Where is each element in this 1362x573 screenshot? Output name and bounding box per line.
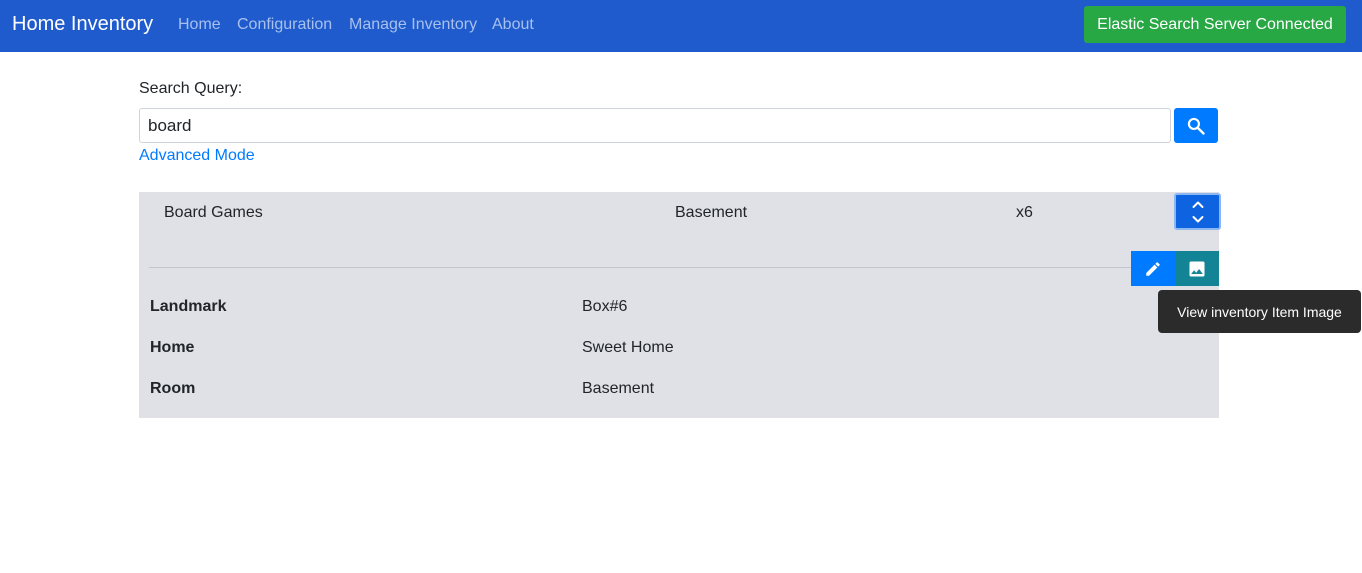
edit-item-button[interactable] (1131, 251, 1175, 286)
view-image-button[interactable] (1175, 251, 1219, 286)
nav-link-manage-inventory[interactable]: Manage Inventory (349, 15, 477, 34)
item-name: Board Games (164, 204, 263, 221)
image-tooltip: View inventory Item Image (1158, 290, 1361, 333)
detail-label-room: Room (150, 380, 196, 397)
search-icon (1187, 117, 1205, 135)
card-divider (149, 267, 1219, 268)
detail-value-landmark: Box#6 (582, 298, 628, 315)
nav-link-about[interactable]: About (492, 15, 534, 34)
result-card (139, 192, 1219, 418)
nav-link-configuration[interactable]: Configuration (237, 15, 332, 34)
detail-label-home: Home (150, 339, 195, 356)
navbar: Home Inventory Home Configuration Manage… (0, 0, 1362, 52)
expand-toggle-button[interactable] (1174, 193, 1221, 230)
expand-collapse-icon (1192, 201, 1203, 222)
search-input[interactable] (139, 108, 1171, 143)
nav-link-home[interactable]: Home (178, 15, 221, 34)
item-location: Basement (675, 204, 748, 221)
server-status-button[interactable]: Elastic Search Server Connected (1084, 6, 1346, 43)
pencil-icon (1146, 261, 1160, 276)
advanced-mode-link[interactable]: Advanced Mode (139, 147, 255, 165)
navbar-brand[interactable]: Home Inventory (12, 12, 153, 36)
detail-value-home: Sweet Home (582, 339, 674, 356)
search-button[interactable] (1174, 108, 1218, 143)
image-icon (1189, 261, 1205, 276)
detail-label-landmark: Landmark (150, 298, 227, 315)
search-label: Search Query: (139, 80, 243, 97)
detail-value-room: Basement (582, 380, 655, 397)
item-quantity: x6 (1016, 204, 1033, 221)
